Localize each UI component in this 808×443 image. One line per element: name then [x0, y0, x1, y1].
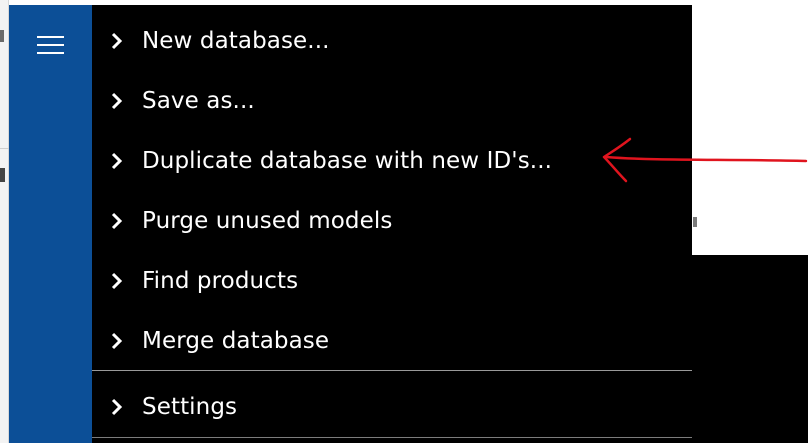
menu-item-label: Settings [142, 394, 238, 420]
background-dark-region [692, 255, 808, 443]
chevron-right-icon [111, 32, 123, 50]
menu-item-save-as[interactable]: Save as... [92, 74, 692, 128]
menu-divider [92, 370, 692, 371]
chevron-right-icon [111, 92, 123, 110]
menu-divider [92, 437, 692, 438]
menu-item-purge-unused-models[interactable]: Purge unused models [92, 194, 692, 248]
background-fragment [693, 217, 697, 227]
red-arrow-annotation [602, 137, 808, 183]
background-left-panel [0, 0, 9, 443]
menu-item-label: Purge unused models [142, 208, 393, 234]
background-fragment [0, 168, 5, 182]
chevron-right-icon [111, 272, 123, 290]
menu-item-label: New database... [142, 28, 330, 54]
menu-item-label: Save as... [142, 88, 255, 114]
menu-item-merge-database[interactable]: Merge database [92, 314, 692, 368]
chevron-right-icon [111, 332, 123, 350]
menu-item-settings[interactable]: Settings [92, 380, 692, 434]
screenshot-stage: New database... Save as... Duplicate dat… [0, 0, 808, 443]
hamburger-menu-icon[interactable] [37, 33, 65, 57]
background-divider [0, 148, 9, 149]
chevron-right-icon [111, 398, 123, 416]
side-rail [9, 5, 92, 443]
background-fragment [0, 30, 4, 42]
menu-item-find-products[interactable]: Find products [92, 254, 692, 308]
chevron-right-icon [111, 212, 123, 230]
chevron-right-icon [111, 152, 123, 170]
menu-item-label: Duplicate database with new ID's... [142, 148, 553, 174]
menu-item-label: Find products [142, 268, 299, 294]
menu-item-new-database[interactable]: New database... [92, 14, 692, 68]
dropdown-menu: New database... Save as... Duplicate dat… [92, 5, 692, 443]
menu-item-label: Merge database [142, 328, 330, 354]
